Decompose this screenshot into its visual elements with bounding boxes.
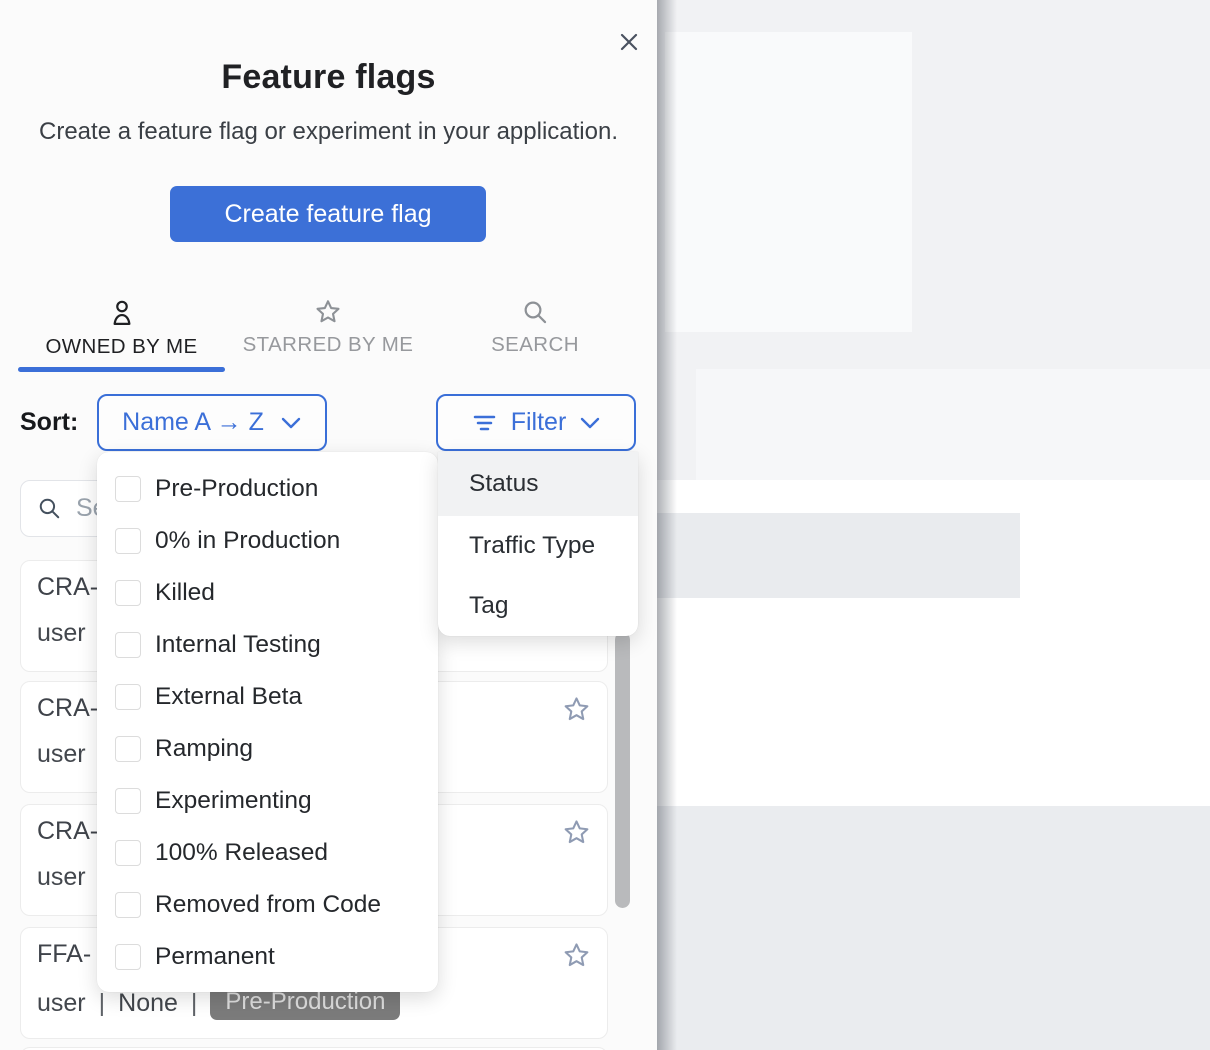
panel-subtitle: Create a feature flag or experiment in y… — [0, 118, 657, 146]
status-option-removed-from-code[interactable]: Removed from Code — [97, 879, 438, 931]
filter-menu-item-traffic-type[interactable]: Traffic Type — [438, 516, 638, 576]
filter-icon — [471, 411, 498, 435]
search-icon — [37, 496, 62, 521]
flag-traffic-type: user — [37, 619, 86, 648]
checkbox[interactable] — [115, 736, 141, 762]
tab-search[interactable]: SEARCH — [460, 298, 610, 357]
checkbox[interactable] — [115, 476, 141, 502]
status-option-ramping[interactable]: Ramping — [97, 723, 438, 775]
status-option-0-in-production[interactable]: 0% in Production — [97, 515, 438, 567]
filter-menu-item-tag[interactable]: Tag — [438, 576, 638, 636]
scrollbar-thumb[interactable] — [615, 632, 630, 908]
flag-traffic-type: user — [37, 863, 86, 892]
star-icon[interactable] — [562, 818, 591, 847]
star-icon[interactable] — [562, 941, 591, 970]
filter-dropdown-label: Filter — [511, 408, 567, 437]
page-skeleton-footer-block — [657, 806, 1210, 1050]
tab-label: OWNED BY ME — [45, 335, 197, 359]
checkbox[interactable] — [115, 632, 141, 658]
sort-label: Sort: — [20, 408, 78, 437]
checkbox[interactable] — [115, 788, 141, 814]
status-option-pre-production[interactable]: Pre-Production — [97, 463, 438, 515]
flag-tags: None — [118, 989, 178, 1018]
tab-label: SEARCH — [491, 333, 579, 357]
background-page — [657, 0, 1210, 1050]
person-icon — [108, 298, 136, 328]
page-skeleton-bar — [657, 513, 1020, 598]
checkbox[interactable] — [115, 840, 141, 866]
status-filter-dropdown: Pre-Production 0% in Production Killed I… — [97, 452, 438, 992]
status-option-internal-testing[interactable]: Internal Testing — [97, 619, 438, 671]
create-feature-flag-button[interactable]: Create feature flag — [170, 186, 486, 242]
star-icon — [314, 298, 342, 326]
flag-traffic-type: user — [37, 989, 86, 1018]
flag-traffic-type: user — [37, 740, 86, 769]
filter-dropdown-button[interactable]: Filter — [436, 394, 636, 451]
checkbox[interactable] — [115, 580, 141, 606]
status-option-permanent[interactable]: Permanent — [97, 931, 438, 983]
sort-dropdown-value: Name A → Z — [122, 408, 264, 437]
star-icon[interactable] — [562, 695, 591, 724]
checkbox[interactable] — [115, 944, 141, 970]
close-icon — [616, 29, 642, 55]
status-option-experimenting[interactable]: Experimenting — [97, 775, 438, 827]
search-icon — [521, 298, 549, 326]
status-option-killed[interactable]: Killed — [97, 567, 438, 619]
app-window: Feature flags Create a feature flag or e… — [0, 0, 1210, 1050]
meta-separator: | — [99, 989, 106, 1018]
page-skeleton-strip — [696, 369, 1210, 480]
chevron-down-icon — [280, 416, 302, 430]
tab-starred-by-me[interactable]: STARRED BY ME — [225, 298, 431, 357]
chevron-down-icon — [579, 416, 601, 430]
active-tab-underline — [18, 367, 225, 372]
meta-separator: | — [191, 989, 198, 1018]
status-option-external-beta[interactable]: External Beta — [97, 671, 438, 723]
panel-title: Feature flags — [0, 58, 657, 97]
panel-drop-shadow — [657, 0, 677, 1050]
checkbox[interactable] — [115, 892, 141, 918]
close-button[interactable] — [616, 29, 642, 55]
filter-menu-item-status[interactable]: Status — [438, 452, 638, 516]
checkbox[interactable] — [115, 684, 141, 710]
page-skeleton-card — [665, 32, 912, 332]
checkbox[interactable] — [115, 528, 141, 554]
tab-label: STARRED BY ME — [243, 333, 414, 357]
filter-by-dropdown: Status Traffic Type Tag — [438, 452, 638, 636]
sort-dropdown-button[interactable]: Name A → Z — [97, 394, 327, 451]
feature-flags-panel: Feature flags Create a feature flag or e… — [0, 0, 657, 1050]
tab-owned-by-me[interactable]: OWNED BY ME — [18, 298, 225, 359]
status-option-100-released[interactable]: 100% Released — [97, 827, 438, 879]
